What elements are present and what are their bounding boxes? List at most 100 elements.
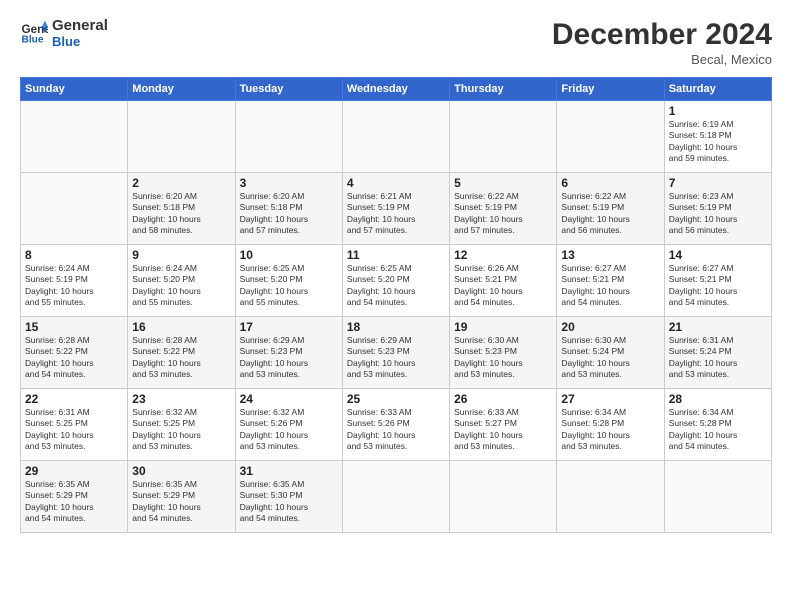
- day-info: Sunrise: 6:35 AMSunset: 5:29 PMDaylight:…: [132, 479, 230, 525]
- empty-cell: [21, 101, 128, 173]
- day-info: Sunrise: 6:34 AMSunset: 5:28 PMDaylight:…: [669, 407, 767, 453]
- day-info: Sunrise: 6:28 AMSunset: 5:22 PMDaylight:…: [132, 335, 230, 381]
- day-number: 24: [240, 392, 338, 406]
- calendar-day-31: 31Sunrise: 6:35 AMSunset: 5:30 PMDayligh…: [235, 461, 342, 533]
- calendar-day-1: 1Sunrise: 6:19 AMSunset: 5:18 PMDaylight…: [664, 101, 771, 173]
- calendar-day-9: 9Sunrise: 6:24 AMSunset: 5:20 PMDaylight…: [128, 245, 235, 317]
- calendar-day-15: 15Sunrise: 6:28 AMSunset: 5:22 PMDayligh…: [21, 317, 128, 389]
- calendar-day-30: 30Sunrise: 6:35 AMSunset: 5:29 PMDayligh…: [128, 461, 235, 533]
- calendar-day-8: 8Sunrise: 6:24 AMSunset: 5:19 PMDaylight…: [21, 245, 128, 317]
- day-number: 12: [454, 248, 552, 262]
- day-info: Sunrise: 6:22 AMSunset: 5:19 PMDaylight:…: [454, 191, 552, 237]
- day-number: 7: [669, 176, 767, 190]
- calendar-day-6: 6Sunrise: 6:22 AMSunset: 5:19 PMDaylight…: [557, 173, 664, 245]
- day-number: 26: [454, 392, 552, 406]
- calendar-day-16: 16Sunrise: 6:28 AMSunset: 5:22 PMDayligh…: [128, 317, 235, 389]
- calendar-week-2: 8Sunrise: 6:24 AMSunset: 5:19 PMDaylight…: [21, 245, 772, 317]
- calendar-day-24: 24Sunrise: 6:32 AMSunset: 5:26 PMDayligh…: [235, 389, 342, 461]
- empty-cell: [235, 101, 342, 173]
- day-number: 8: [25, 248, 123, 262]
- day-info: Sunrise: 6:23 AMSunset: 5:19 PMDaylight:…: [669, 191, 767, 237]
- calendar-day-10: 10Sunrise: 6:25 AMSunset: 5:20 PMDayligh…: [235, 245, 342, 317]
- calendar-day-5: 5Sunrise: 6:22 AMSunset: 5:19 PMDaylight…: [450, 173, 557, 245]
- day-number: 13: [561, 248, 659, 262]
- day-info: Sunrise: 6:24 AMSunset: 5:20 PMDaylight:…: [132, 263, 230, 309]
- day-number: 20: [561, 320, 659, 334]
- calendar-day-22: 22Sunrise: 6:31 AMSunset: 5:25 PMDayligh…: [21, 389, 128, 461]
- calendar-day-14: 14Sunrise: 6:27 AMSunset: 5:21 PMDayligh…: [664, 245, 771, 317]
- calendar-day-29: 29Sunrise: 6:35 AMSunset: 5:29 PMDayligh…: [21, 461, 128, 533]
- col-header-wednesday: Wednesday: [342, 78, 449, 101]
- col-header-tuesday: Tuesday: [235, 78, 342, 101]
- logo-line2: Blue: [52, 35, 108, 49]
- calendar-week-0: 1Sunrise: 6:19 AMSunset: 5:18 PMDaylight…: [21, 101, 772, 173]
- calendar-day-21: 21Sunrise: 6:31 AMSunset: 5:24 PMDayligh…: [664, 317, 771, 389]
- day-number: 30: [132, 464, 230, 478]
- calendar-week-5: 29Sunrise: 6:35 AMSunset: 5:29 PMDayligh…: [21, 461, 772, 533]
- empty-cell: [128, 101, 235, 173]
- day-number: 1: [669, 104, 767, 118]
- calendar-day-7: 7Sunrise: 6:23 AMSunset: 5:19 PMDaylight…: [664, 173, 771, 245]
- day-info: Sunrise: 6:25 AMSunset: 5:20 PMDaylight:…: [347, 263, 445, 309]
- calendar-page: General Blue General Blue December 2024 …: [0, 0, 792, 612]
- day-number: 14: [669, 248, 767, 262]
- col-header-saturday: Saturday: [664, 78, 771, 101]
- day-number: 29: [25, 464, 123, 478]
- empty-cell: [450, 101, 557, 173]
- day-info: Sunrise: 6:27 AMSunset: 5:21 PMDaylight:…: [669, 263, 767, 309]
- logo: General Blue General Blue: [20, 18, 108, 49]
- calendar-table: SundayMondayTuesdayWednesdayThursdayFrid…: [20, 77, 772, 533]
- calendar-day-26: 26Sunrise: 6:33 AMSunset: 5:27 PMDayligh…: [450, 389, 557, 461]
- location: Becal, Mexico: [552, 52, 772, 67]
- day-number: 28: [669, 392, 767, 406]
- day-info: Sunrise: 6:22 AMSunset: 5:19 PMDaylight:…: [561, 191, 659, 237]
- day-info: Sunrise: 6:19 AMSunset: 5:18 PMDaylight:…: [669, 119, 767, 165]
- day-number: 23: [132, 392, 230, 406]
- empty-cell: [342, 461, 449, 533]
- calendar-day-2: 2Sunrise: 6:20 AMSunset: 5:18 PMDaylight…: [128, 173, 235, 245]
- day-number: 18: [347, 320, 445, 334]
- day-info: Sunrise: 6:20 AMSunset: 5:18 PMDaylight:…: [240, 191, 338, 237]
- page-header: General Blue General Blue December 2024 …: [20, 18, 772, 67]
- month-title: December 2024: [552, 18, 772, 52]
- day-info: Sunrise: 6:32 AMSunset: 5:26 PMDaylight:…: [240, 407, 338, 453]
- calendar-day-12: 12Sunrise: 6:26 AMSunset: 5:21 PMDayligh…: [450, 245, 557, 317]
- calendar-day-11: 11Sunrise: 6:25 AMSunset: 5:20 PMDayligh…: [342, 245, 449, 317]
- day-number: 11: [347, 248, 445, 262]
- day-number: 9: [132, 248, 230, 262]
- logo-icon: General Blue: [20, 19, 48, 47]
- calendar-day-13: 13Sunrise: 6:27 AMSunset: 5:21 PMDayligh…: [557, 245, 664, 317]
- calendar-day-23: 23Sunrise: 6:32 AMSunset: 5:25 PMDayligh…: [128, 389, 235, 461]
- calendar-day-19: 19Sunrise: 6:30 AMSunset: 5:23 PMDayligh…: [450, 317, 557, 389]
- day-number: 4: [347, 176, 445, 190]
- calendar-day-25: 25Sunrise: 6:33 AMSunset: 5:26 PMDayligh…: [342, 389, 449, 461]
- day-number: 15: [25, 320, 123, 334]
- calendar-day-3: 3Sunrise: 6:20 AMSunset: 5:18 PMDaylight…: [235, 173, 342, 245]
- day-number: 16: [132, 320, 230, 334]
- day-number: 2: [132, 176, 230, 190]
- empty-cell: [21, 173, 128, 245]
- day-info: Sunrise: 6:20 AMSunset: 5:18 PMDaylight:…: [132, 191, 230, 237]
- calendar-day-4: 4Sunrise: 6:21 AMSunset: 5:19 PMDaylight…: [342, 173, 449, 245]
- calendar-week-3: 15 Sunrise: 6:28 AMSunset: 5:22 PMDayligh…: [21, 317, 772, 389]
- day-info: Sunrise: 6:31 AMSunset: 5:24 PMDaylight:…: [669, 335, 767, 381]
- day-number: 22: [25, 392, 123, 406]
- empty-cell: [450, 461, 557, 533]
- day-info: Sunrise: 6:32 AMSunset: 5:25 PMDaylight:…: [132, 407, 230, 453]
- day-info: Sunrise: 6:33 AMSunset: 5:26 PMDaylight:…: [347, 407, 445, 453]
- day-info: Sunrise: 6:25 AMSunset: 5:20 PMDaylight:…: [240, 263, 338, 309]
- day-info: Sunrise: 6:33 AMSunset: 5:27 PMDaylight:…: [454, 407, 552, 453]
- day-info: Sunrise: 6:21 AMSunset: 5:19 PMDaylight:…: [347, 191, 445, 237]
- day-number: 5: [454, 176, 552, 190]
- day-number: 25: [347, 392, 445, 406]
- day-number: 10: [240, 248, 338, 262]
- day-number: 17: [240, 320, 338, 334]
- col-header-monday: Monday: [128, 78, 235, 101]
- day-number: 3: [240, 176, 338, 190]
- empty-cell: [557, 101, 664, 173]
- day-number: 6: [561, 176, 659, 190]
- calendar-week-4: 22Sunrise: 6:31 AMSunset: 5:25 PMDayligh…: [21, 389, 772, 461]
- day-number: 19: [454, 320, 552, 334]
- day-info: Sunrise: 6:24 AMSunset: 5:19 PMDaylight:…: [25, 263, 123, 309]
- day-info: Sunrise: 6:35 AMSunset: 5:29 PMDaylight:…: [25, 479, 123, 525]
